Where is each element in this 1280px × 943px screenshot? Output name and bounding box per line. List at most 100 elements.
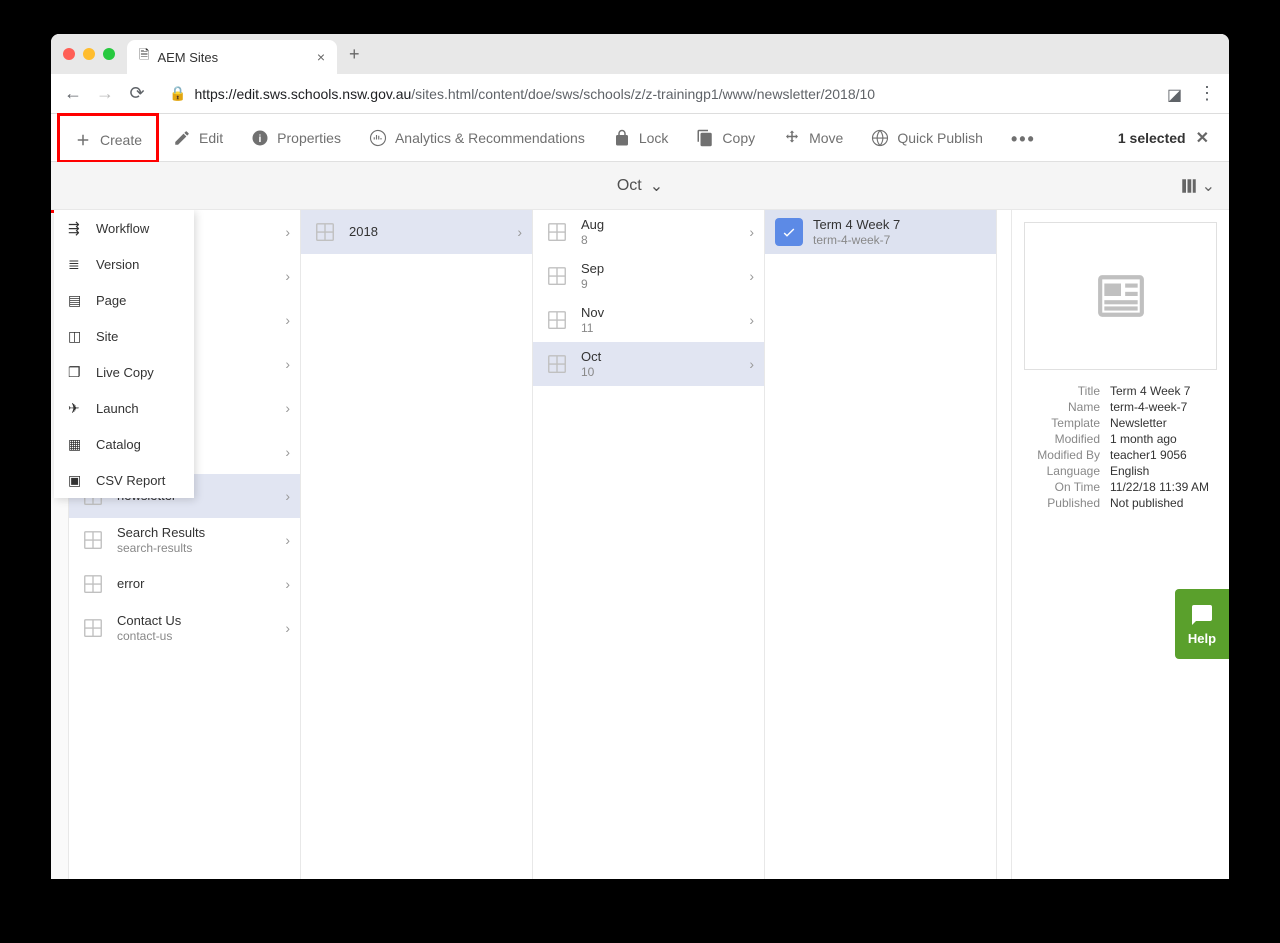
content-area: ⇶Workflow ≣Version ▤Page ◫Site ❐Live Cop…	[51, 210, 1229, 879]
create-button[interactable]: Create	[60, 116, 156, 164]
column-level-2: 2018›	[301, 210, 533, 879]
browser-tab-strip: 🗎 AEM Sites × +	[51, 34, 1229, 74]
workflow-icon: ⇶	[68, 220, 84, 236]
detail-value: teacher1 9056	[1110, 448, 1217, 462]
detail-row: Nameterm-4-week-7	[1024, 400, 1217, 414]
chevron-right-icon: ›	[285, 444, 290, 460]
rocket-icon: ✈	[68, 400, 84, 416]
item-title: Term 4 Week 7	[813, 217, 986, 233]
create-label: Create	[100, 132, 142, 148]
column-level-4: Term 4 Week 7term-4-week-7	[765, 210, 997, 879]
analytics-button[interactable]: Analytics & Recommendations	[355, 114, 599, 162]
chevron-right-icon: ›	[285, 312, 290, 328]
page-icon	[311, 218, 339, 246]
info-icon: i	[251, 129, 269, 147]
more-actions-button[interactable]: •••	[997, 114, 1043, 162]
copy-label: Copy	[722, 130, 755, 146]
list-item[interactable]: Aug8›	[533, 210, 764, 254]
breadcrumb-bar: Oct ⌄ ⌄	[51, 162, 1229, 210]
selected-check-icon[interactable]	[775, 218, 803, 246]
list-item[interactable]: Contact Uscontact-us›	[69, 606, 300, 650]
detail-label: Name	[1024, 400, 1110, 414]
item-title: 2018	[349, 224, 507, 240]
detail-value: English	[1110, 464, 1217, 478]
detail-value: Newsletter	[1110, 416, 1217, 430]
view-switcher[interactable]: ⌄	[1180, 176, 1215, 196]
chevron-down-icon: ⌄	[1202, 176, 1215, 196]
more-icon: •••	[1011, 129, 1029, 147]
url-domain: https://edit.sws.schools.nsw.gov.au	[194, 86, 411, 102]
back-button[interactable]: ←	[63, 83, 83, 104]
window-zoom[interactable]	[103, 48, 115, 60]
menu-launch[interactable]: ✈Launch	[54, 390, 194, 426]
menu-csv[interactable]: ▣CSV Report	[54, 462, 194, 498]
page-icon	[79, 570, 107, 598]
list-item[interactable]: 2018›	[301, 210, 532, 254]
url-field[interactable]: 🔒 https://edit.sws.schools.nsw.gov.au/si…	[159, 85, 1155, 102]
browser-window: 🗎 AEM Sites × + ← → ⟳ 🔒 https://edit.sws…	[51, 34, 1229, 879]
chevron-right-icon: ›	[749, 356, 754, 372]
list-item[interactable]: Search Resultssearch-results›	[69, 518, 300, 562]
menu-live-copy[interactable]: ❐Live Copy	[54, 354, 194, 390]
detail-label: Title	[1024, 384, 1110, 398]
tab-title: AEM Sites	[157, 50, 218, 65]
chevron-right-icon: ›	[285, 268, 290, 284]
window-minimize[interactable]	[83, 48, 95, 60]
detail-row: On Time11/22/18 11:39 AM	[1024, 480, 1217, 494]
deselect-button[interactable]: ✕	[1196, 128, 1209, 148]
properties-button[interactable]: i Properties	[237, 114, 355, 162]
tab-close-icon[interactable]: ×	[317, 49, 325, 65]
list-item[interactable]: Sep9›	[533, 254, 764, 298]
globe-icon	[871, 129, 889, 147]
menu-site[interactable]: ◫Site	[54, 318, 194, 354]
menu-version[interactable]: ≣Version	[54, 246, 194, 282]
list-item[interactable]: Oct10›	[533, 342, 764, 386]
menu-workflow[interactable]: ⇶Workflow	[54, 210, 194, 246]
browser-menu-icon[interactable]: ⋮	[1197, 83, 1217, 104]
edit-button[interactable]: Edit	[159, 114, 237, 162]
create-button-highlight: Create	[57, 113, 159, 163]
detail-row: TitleTerm 4 Week 7	[1024, 384, 1217, 398]
breadcrumb-label: Oct	[617, 177, 642, 195]
lock-icon	[613, 129, 631, 147]
lock-button[interactable]: Lock	[599, 114, 683, 162]
list-item[interactable]: Term 4 Week 7term-4-week-7	[765, 210, 996, 254]
reload-button[interactable]: ⟳	[127, 83, 147, 104]
detail-value: Term 4 Week 7	[1110, 384, 1217, 398]
page-icon	[79, 526, 107, 554]
chevron-right-icon: ›	[749, 224, 754, 240]
copy-button[interactable]: Copy	[682, 114, 769, 162]
help-button[interactable]: Help	[1175, 589, 1229, 659]
quick-publish-button[interactable]: Quick Publish	[857, 114, 997, 162]
detail-label: Modified By	[1024, 448, 1110, 462]
version-icon: ≣	[68, 256, 84, 272]
move-button[interactable]: Move	[769, 114, 857, 162]
detail-row: LanguageEnglish	[1024, 464, 1217, 478]
list-item[interactable]: error›	[69, 562, 300, 606]
menu-catalog[interactable]: ▦Catalog	[54, 426, 194, 462]
action-bar: Create Edit i Properties Analytics & Rec…	[51, 114, 1229, 162]
breadcrumb[interactable]: Oct ⌄	[617, 176, 663, 196]
page-icon	[79, 614, 107, 642]
detail-value: term-4-week-7	[1110, 400, 1217, 414]
page-icon	[543, 218, 571, 246]
edit-label: Edit	[199, 130, 223, 146]
move-label: Move	[809, 130, 843, 146]
detail-value: 11/22/18 11:39 AM	[1110, 480, 1217, 494]
list-item[interactable]: Nov11›	[533, 298, 764, 342]
help-label: Help	[1188, 631, 1216, 646]
detail-row: TemplateNewsletter	[1024, 416, 1217, 430]
item-name: search-results	[117, 541, 275, 555]
page-icon	[543, 350, 571, 378]
browser-tab[interactable]: 🗎 AEM Sites ×	[127, 40, 337, 74]
extension-icon[interactable]: ◪	[1167, 85, 1185, 103]
chart-icon	[369, 129, 387, 147]
window-close[interactable]	[63, 48, 75, 60]
new-tab-button[interactable]: +	[349, 44, 360, 65]
forward-button[interactable]: →	[95, 83, 115, 104]
item-name: contact-us	[117, 629, 275, 643]
traffic-lights	[63, 48, 115, 60]
menu-page[interactable]: ▤Page	[54, 282, 194, 318]
plus-icon	[74, 131, 92, 149]
item-name: term-4-week-7	[813, 233, 986, 247]
